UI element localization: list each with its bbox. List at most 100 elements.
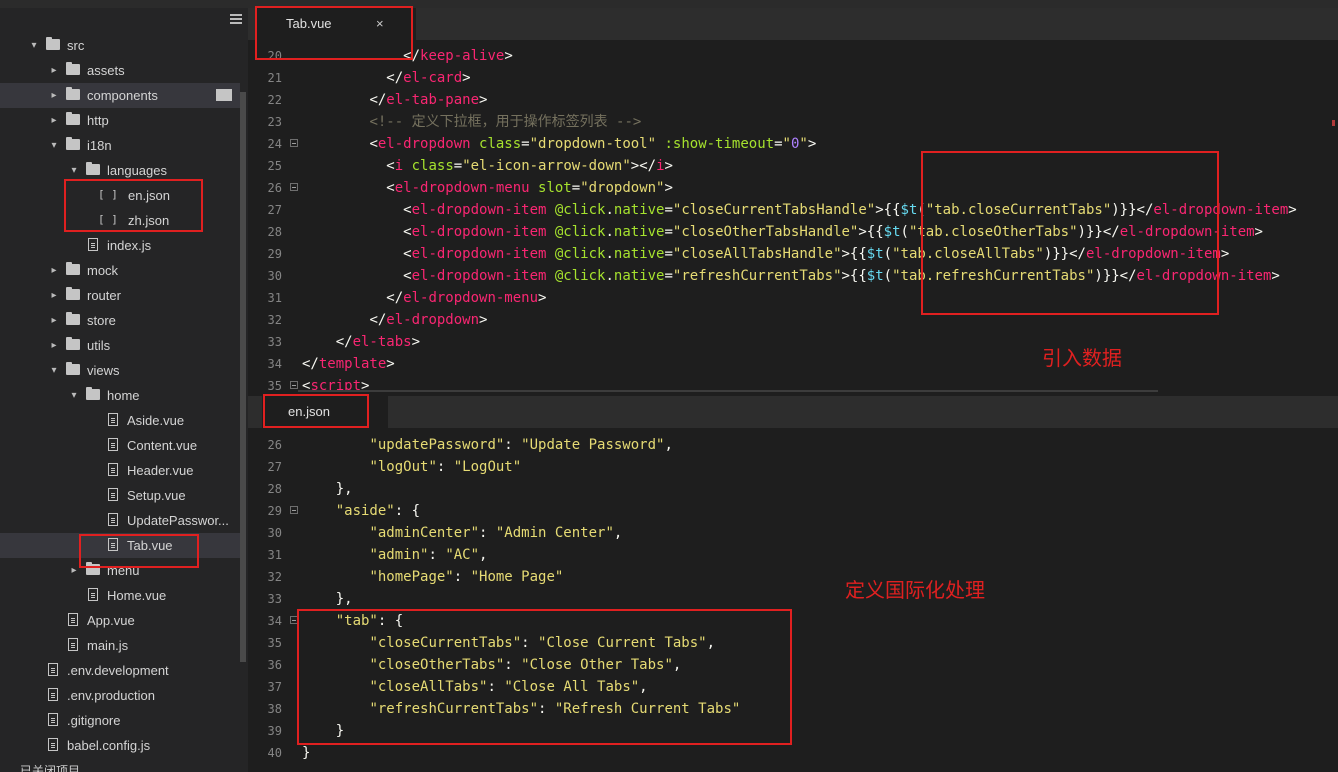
closed-projects-label[interactable]: 已关闭项目 — [20, 762, 80, 772]
fold-toggle-icon[interactable] — [290, 139, 298, 147]
tree-item-env-production[interactable]: .env.production — [0, 683, 240, 708]
line-number: 33 — [267, 335, 282, 349]
tree-item-aside-vue[interactable]: Aside.vue — [0, 408, 240, 433]
fold-toggle-icon[interactable] — [290, 381, 298, 389]
line-number: 24 — [267, 137, 282, 151]
line-number: 28 — [267, 225, 282, 239]
tree-item-src[interactable]: ▾ src — [0, 33, 240, 58]
chevron-right-icon[interactable]: ▸ — [48, 83, 60, 108]
code-line[interactable]: 33 }, — [248, 588, 1338, 610]
code-line[interactable]: 40} — [248, 742, 1338, 764]
code-line[interactable]: 22 </el-tab-pane> — [248, 89, 1338, 111]
code-line[interactable]: 28 }, — [248, 478, 1338, 500]
chevron-down-icon[interactable]: ▾ — [68, 383, 80, 408]
tree-item-setup-vue[interactable]: Setup.vue — [0, 483, 240, 508]
tree-item-label: i18n — [87, 138, 112, 153]
code-text: }, — [335, 481, 353, 497]
tree-item-label: src — [67, 38, 85, 53]
code-line[interactable]: 34 </template> — [248, 353, 1338, 375]
window-top-strip — [0, 0, 1338, 8]
code-line[interactable]: 31 "admin": "AC", — [248, 544, 1338, 566]
chevron-right-icon[interactable]: ▸ — [48, 258, 60, 283]
tree-item-home[interactable]: ▾ home — [0, 383, 240, 408]
tree-item-label: assets — [87, 63, 125, 78]
file-icon — [68, 613, 78, 626]
tree-item-label: utils — [87, 338, 111, 353]
tree-item-utils[interactable]: ▸ utils — [0, 333, 240, 358]
fold-toggle-icon[interactable] — [290, 506, 298, 514]
tree-item-label: babel.config.js — [67, 738, 151, 753]
line-number: 25 — [267, 159, 282, 173]
chevron-right-icon[interactable]: ▸ — [48, 333, 60, 358]
code-text: <i class="el-icon-arrow-down"></i> — [386, 158, 673, 174]
code-text: "logOut": "LogOut" — [369, 459, 522, 475]
code-line[interactable]: 32 "homePage": "Home Page" — [248, 566, 1338, 588]
highlight-box-t-calls — [921, 151, 1219, 315]
tree-item-router[interactable]: ▸ router — [0, 283, 240, 308]
code-text: }, — [335, 591, 353, 607]
tree-item-label: Header.vue — [127, 463, 194, 478]
tree-item-env-development[interactable]: .env.development — [0, 658, 240, 683]
tree-item-mock[interactable]: ▸ mock — [0, 258, 240, 283]
chevron-down-icon[interactable]: ▾ — [28, 33, 40, 58]
chevron-down-icon[interactable]: ▾ — [48, 133, 60, 158]
file-icon — [88, 238, 98, 251]
tree-item-assets[interactable]: ▸ assets — [0, 58, 240, 83]
line-number: 39 — [267, 724, 282, 738]
tree-item-updatepasswor[interactable]: UpdatePasswor... — [0, 508, 240, 533]
tree-item-header-vue[interactable]: Header.vue — [0, 458, 240, 483]
chevron-right-icon[interactable]: ▸ — [48, 283, 60, 308]
line-number: 35 — [267, 379, 282, 392]
file-icon — [108, 513, 118, 526]
annotation-import-data: 引入数据 — [1042, 348, 1122, 370]
folder-icon — [46, 37, 60, 50]
tree-item-label: store — [87, 313, 116, 328]
code-line[interactable]: 33 </el-tabs> — [248, 331, 1338, 353]
folder-icon — [66, 312, 80, 325]
chevron-right-icon[interactable]: ▸ — [48, 308, 60, 333]
file-icon — [108, 463, 118, 476]
line-number: 27 — [267, 460, 282, 474]
hamburger-menu-icon[interactable] — [230, 14, 242, 26]
tree-item-gitignore[interactable]: .gitignore — [0, 708, 240, 733]
tree-item-content-vue[interactable]: Content.vue — [0, 433, 240, 458]
code-text: "homePage": "Home Page" — [369, 569, 564, 585]
tree-item-main-js[interactable]: main.js — [0, 633, 240, 658]
file-icon — [48, 713, 58, 726]
line-number: 38 — [267, 702, 282, 716]
code-line[interactable]: 21 </el-card> — [248, 67, 1338, 89]
chevron-down-icon[interactable]: ▾ — [48, 358, 60, 383]
line-number: 36 — [267, 658, 282, 672]
tree-item-label: .gitignore — [67, 713, 121, 728]
fold-toggle-icon[interactable] — [290, 183, 298, 191]
tree-item-label: index.js — [107, 238, 152, 253]
line-number: 30 — [267, 269, 282, 283]
tree-item-components[interactable]: ▸ components — [0, 83, 240, 108]
tree-item-http[interactable]: ▸ http — [0, 108, 240, 133]
code-line[interactable]: 23 <!-- 定义下拉框，用于操作标签列表 --> — [248, 111, 1338, 133]
folder-icon — [66, 62, 80, 75]
tree-item-label: Home.vue — [107, 588, 167, 603]
line-number: 21 — [267, 71, 282, 85]
open-folder-icon[interactable] — [216, 89, 232, 101]
sidebar-scrollbar[interactable] — [240, 92, 246, 662]
horizontal-scrollbar-top[interactable] — [298, 390, 1158, 392]
file-icon — [68, 638, 78, 651]
tree-item-views[interactable]: ▾ views — [0, 358, 240, 383]
line-number: 34 — [267, 357, 282, 371]
code-line[interactable]: 29 "aside": { — [248, 500, 1338, 522]
code-line[interactable]: 30 "adminCenter": "Admin Center", — [248, 522, 1338, 544]
tree-item-app-vue[interactable]: App.vue — [0, 608, 240, 633]
chevron-right-icon[interactable]: ▸ — [48, 58, 60, 83]
code-line[interactable]: 27 "logOut": "LogOut" — [248, 456, 1338, 478]
tree-item-index-js[interactable]: index.js — [0, 233, 240, 258]
tree-item-babel-config-js[interactable]: babel.config.js — [0, 733, 240, 758]
line-number: 23 — [267, 115, 282, 129]
code-line[interactable]: 26 "updatePassword": "Update Password", — [248, 434, 1338, 456]
code-text: </el-dropdown> — [369, 312, 488, 328]
tree-item-store[interactable]: ▸ store — [0, 308, 240, 333]
chevron-right-icon[interactable]: ▸ — [48, 108, 60, 133]
tree-item-i18n[interactable]: ▾ i18n — [0, 133, 240, 158]
line-number: 33 — [267, 592, 282, 606]
tree-item-home-vue[interactable]: Home.vue — [0, 583, 240, 608]
